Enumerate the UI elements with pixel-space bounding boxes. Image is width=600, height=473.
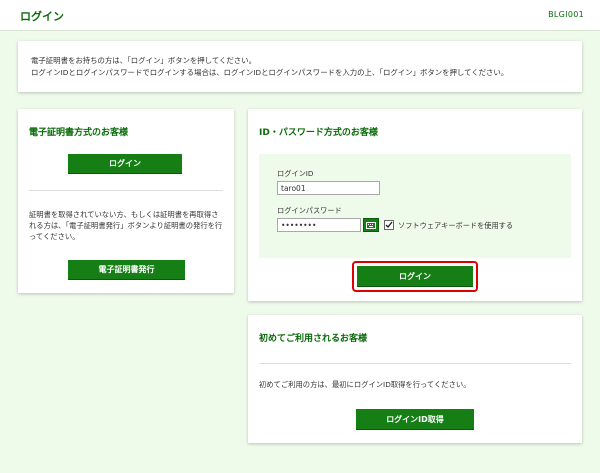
login-password-input[interactable] [277,218,361,232]
software-keyboard-button[interactable] [363,218,379,232]
certificate-panel-divider [29,190,223,191]
login-password-label: ログインパスワード [277,206,342,215]
page-title: ログイン [20,10,64,23]
notice-panel: 電子証明書をお持ちの方は、「ログイン」ボタンを押してください。 ログインIDとロ… [18,41,582,92]
get-login-id-button[interactable]: ログインID取得 [356,409,474,430]
check-icon [385,221,393,229]
login-id-input[interactable] [277,181,380,195]
certificate-panel-title: 電子証明書方式のお客様 [29,128,129,138]
login-form-area: ログインID ログインパスワード ソフトウェアキーボードを使用する [259,154,571,258]
first-time-panel-title: 初めてご利用されるお客様 [259,334,368,344]
certificate-login-panel: 電子証明書方式のお客様 ログイン 証明書を取得されていない方、もしくは証明書を再… [18,109,234,293]
certificate-issue-button[interactable]: 電子証明書発行 [68,260,185,280]
id-password-login-panel: ID・パスワード方式のお客様 ログインID ログインパスワード ソフトウェアキー… [248,109,582,301]
notice-line-1: 電子証明書をお持ちの方は、「ログイン」ボタンを押してください。 [31,56,256,65]
first-time-user-panel: 初めてご利用されるお客様 初めてご利用の方は、最初にログインID取得を行ってくだ… [248,315,582,443]
first-time-description: 初めてご利用の方は、最初にログインID取得を行ってください。 [259,380,471,389]
page-header: ログイン BLGI001 [0,0,600,31]
certificate-login-button[interactable]: ログイン [68,154,182,174]
screen-code: BLGI001 [548,10,584,19]
certificate-description: 証明書を取得されていない方、もしくは証明書を再取得される方は、「電子証明書発行」… [29,210,223,241]
id-password-panel-title: ID・パスワード方式のお客様 [259,128,378,138]
id-password-login-button[interactable]: ログイン [357,266,473,287]
software-keyboard-checkbox[interactable] [384,220,394,230]
notice-line-2: ログインIDとログインパスワードでログインする場合は、ログインIDとログインパス… [31,68,509,77]
login-id-label: ログインID [277,169,314,178]
first-time-panel-divider [259,363,571,364]
software-keyboard-label: ソフトウェアキーボードを使用する [398,221,514,230]
keyboard-icon [366,221,376,229]
